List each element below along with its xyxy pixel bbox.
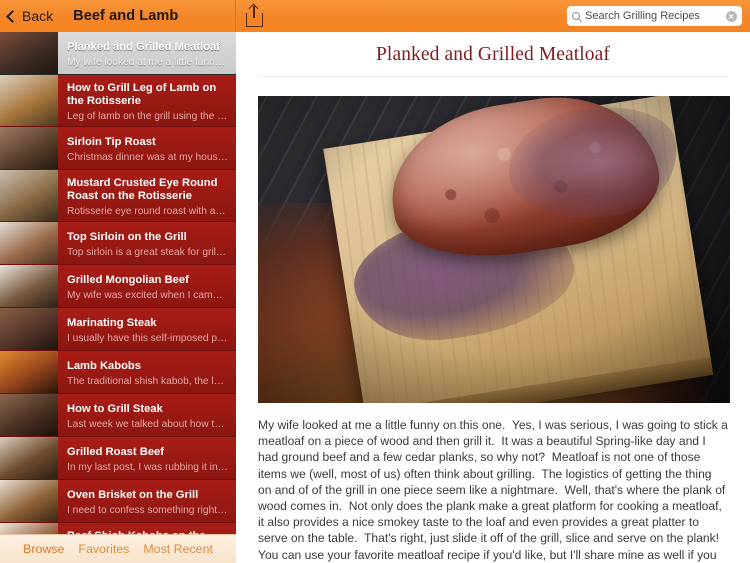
top-navigation-bar: Back Beef and Lamb Search Grilling Recip…: [0, 0, 750, 32]
list-item-subtitle: My wife was excited when I came home…: [67, 289, 228, 301]
list-item[interactable]: Planked and Grilled Meatloaf My wife look…: [0, 32, 236, 75]
share-export-icon[interactable]: [246, 5, 264, 27]
app-root: Back Beef and Lamb Search Grilling Recip…: [0, 0, 750, 563]
list-item-title: Lamb Kabobs: [67, 360, 141, 373]
list-item[interactable]: Mustard Crusted Eye Round Roast on the R…: [0, 170, 236, 222]
list-item-subtitle: My wife looked at me a little funny on t…: [67, 56, 228, 68]
sidebar-navbar: Back Beef and Lamb: [0, 0, 236, 32]
recipe-list: Planked and Grilled Meatloaf My wife look…: [0, 32, 236, 563]
tab-most-recent[interactable]: Most Recent: [143, 542, 213, 556]
tab-browse[interactable]: Browse: [23, 542, 64, 556]
mongolian-beef-photo: [0, 265, 58, 307]
list-item[interactable]: Sirloin Tip Roast Christmas dinner was at…: [0, 127, 236, 170]
top-sirloin-photo: [0, 222, 58, 264]
detail-toolbar: Search Grilling Recipes: [236, 0, 750, 32]
list-item[interactable]: Marinating Steak I usually have this self…: [0, 308, 236, 351]
clear-icon[interactable]: [726, 10, 737, 22]
page-title: Beef and Lamb: [73, 8, 179, 24]
list-item-subtitle: Rotisserie eye round roast with a mustar…: [67, 205, 228, 217]
list-item-text: Oven Brisket on the Grill I need to confe…: [58, 480, 236, 522]
search-icon: [572, 12, 580, 20]
list-item-subtitle: I usually have this self-imposed policy …: [67, 332, 228, 344]
list-item[interactable]: Grilled Mongolian Beef My wife was excite…: [0, 265, 236, 308]
list-item-title: How to Grill Steak: [67, 403, 163, 416]
list-item-text: Grilled Mongolian Beef My wife was excite…: [58, 265, 236, 307]
search-input[interactable]: Search Grilling Recipes: [567, 6, 742, 26]
list-item-text: Top Sirloin on the Grill Top sirloin is a…: [58, 222, 236, 264]
list-item-text: How to Grill Leg of Lamb on the Rotisser…: [58, 75, 236, 126]
list-item-text: Lamb Kabobs The traditional shish kabob, …: [58, 351, 236, 393]
list-item-subtitle: I need to confess something right off th…: [67, 504, 228, 516]
list-item[interactable]: Lamb Kabobs The traditional shish kabob, …: [0, 351, 236, 394]
article-title: Planked and Grilled Meatloaf: [375, 44, 611, 65]
grilled-steak-photo: [0, 394, 58, 436]
list-item-text: Planked and Grilled Meatloaf My wife look…: [58, 32, 236, 74]
list-item-title: Oven Brisket on the Grill: [67, 489, 199, 502]
list-item-title: How to Grill Leg of Lamb on the Rotisser…: [67, 81, 217, 108]
list-item-text: Marinating Steak I usually have this self…: [58, 308, 236, 350]
article-body: My wife looked at me a little funny on t…: [258, 418, 728, 562]
list-item[interactable]: How to Grill Leg of Lamb on the Rotisser…: [0, 75, 236, 127]
hero-image-container: [236, 77, 750, 403]
list-item-title: Marinating Steak: [67, 317, 157, 330]
list-item-subtitle: In my last post, I was rubbing it in abo…: [67, 461, 228, 473]
sirloin-tip-roast-photo: [0, 127, 58, 169]
list-item-subtitle: Top sirloin is a great steak for grillin…: [67, 246, 228, 258]
list-item-text: Grilled Roast Beef In my last post, I was…: [58, 437, 236, 479]
brisket-photo: [0, 480, 58, 522]
search-placeholder: Search Grilling Recipes: [585, 10, 700, 22]
list-item-subtitle: Last week we talked about how to grill a…: [67, 418, 228, 430]
recipe-sidebar[interactable]: Planked and Grilled Meatloaf My wife look…: [0, 32, 236, 563]
leg-of-lamb-photo: [0, 75, 58, 126]
list-item[interactable]: Grilled Roast Beef In my last post, I was…: [0, 437, 236, 480]
lamb-kabobs-photo: [0, 351, 58, 393]
tab-favorites[interactable]: Favorites: [78, 542, 129, 556]
list-item[interactable]: Oven Brisket on the Grill I need to confe…: [0, 480, 236, 523]
list-item-text: Mustard Crusted Eye Round Roast on the R…: [58, 170, 236, 221]
list-item-title: Top Sirloin on the Grill: [67, 231, 187, 244]
list-item-title: Grilled Mongolian Beef: [67, 274, 189, 287]
bottom-tab-bar: Browse Favorites Most Recent: [0, 534, 236, 563]
meatloaf-on-plank-photo: [0, 32, 58, 74]
eye-round-roast-photo: [0, 170, 58, 221]
meatloaf-on-cedar-plank-photo: [258, 96, 730, 403]
list-item[interactable]: How to Grill Steak Last week we talked ab…: [0, 394, 236, 437]
list-item-title: Mustard Crusted Eye Round Roast on the R…: [67, 176, 218, 203]
list-item-subtitle: Christmas dinner was at my house this y…: [67, 151, 228, 163]
back-button[interactable]: Back: [6, 8, 54, 24]
back-button-label: Back: [22, 8, 54, 24]
roast-beef-photo: [0, 437, 58, 479]
list-item-text: Sirloin Tip Roast Christmas dinner was at…: [58, 127, 236, 169]
list-item-text: How to Grill Steak Last week we talked ab…: [58, 394, 236, 436]
list-item-title: Planked and Grilled Meatloaf: [67, 41, 220, 54]
list-item[interactable]: Top Sirloin on the Grill Top sirloin is a…: [0, 222, 236, 265]
chevron-left-icon: [6, 9, 19, 23]
list-item-title: Sirloin Tip Roast: [67, 136, 156, 149]
list-item-subtitle: The traditional shish kabob, the lamb ka…: [67, 375, 228, 387]
list-item-subtitle: Leg of lamb on the grill using the rotis…: [67, 110, 228, 122]
marinating-steak-photo: [0, 308, 58, 350]
article-detail-pane: Planked and Grilled Meatloaf My wife loo…: [236, 32, 750, 563]
list-item-title: Grilled Roast Beef: [67, 446, 164, 459]
